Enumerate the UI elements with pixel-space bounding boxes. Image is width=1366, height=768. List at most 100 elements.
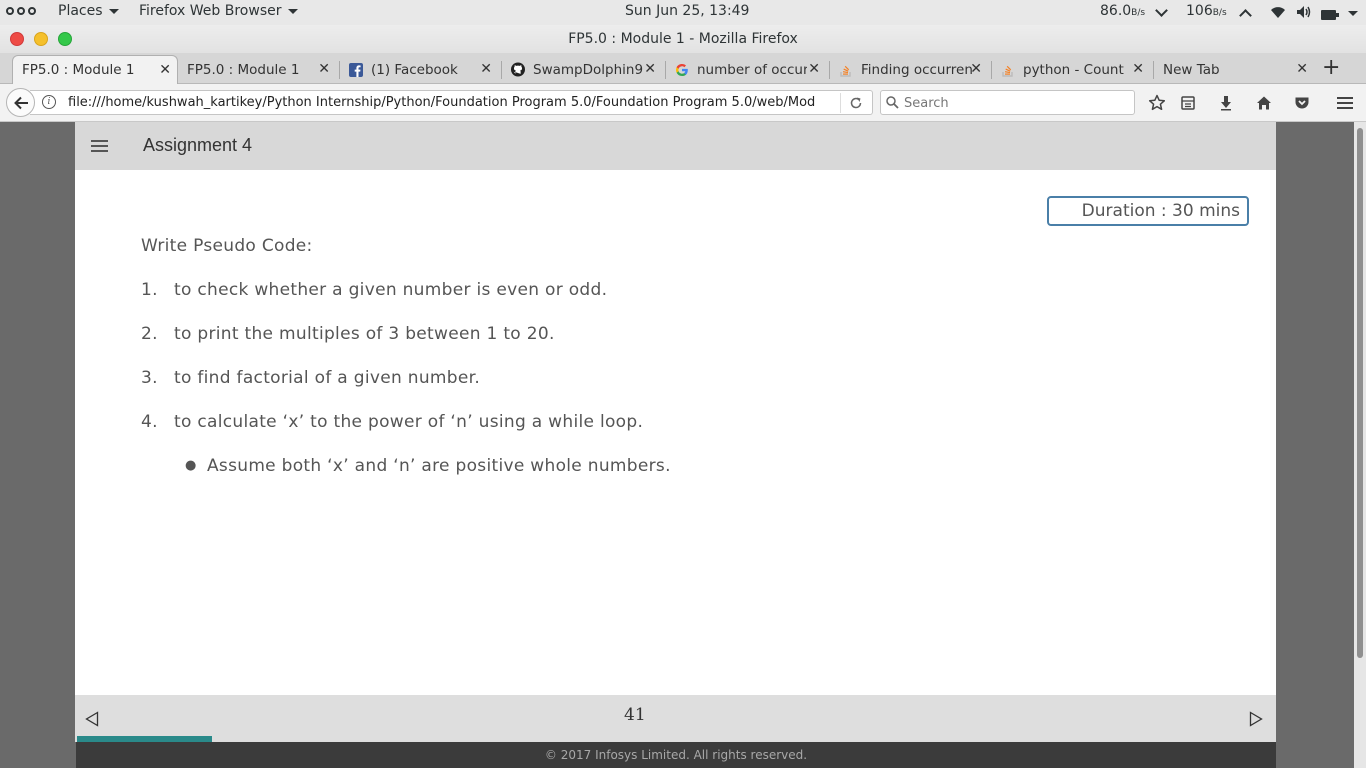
github-icon	[511, 62, 525, 77]
app-menu-caret-icon	[287, 8, 298, 14]
back-button[interactable]	[6, 88, 35, 117]
triangle-right-icon	[1249, 711, 1263, 727]
places-label: Places	[58, 3, 103, 19]
net-upload-speed: 106B/s	[1186, 3, 1227, 19]
copyright-footer: © 2017 Infosys Limited. All rights reser…	[76, 742, 1276, 768]
site-info-icon[interactable]: i	[42, 95, 56, 109]
net-down-unit: B/s	[1131, 8, 1146, 18]
slide-header: Assignment 4	[75, 122, 1276, 170]
tab-0[interactable]: FP5.0 : Module 1 ✕	[12, 55, 178, 84]
previous-slide-button[interactable]	[85, 711, 99, 727]
task-text: to find factorial of a given number.	[174, 368, 481, 388]
volume-icon[interactable]	[1296, 5, 1312, 23]
navigation-toolbar: i file:///home/kushwah_kartikey/Python I…	[0, 84, 1366, 122]
sub-bullet-text: Assume both ‘x’ and ‘n’ are positive who…	[207, 456, 671, 476]
sub-bullet: ● Assume both ‘x’ and ‘n’ are positive wh…	[185, 456, 671, 476]
system-menu-caret-icon[interactable]	[1348, 6, 1358, 22]
scrollbar-thumb[interactable]	[1357, 128, 1363, 658]
task-number: 3.	[141, 368, 158, 388]
instructions-heading: Write Pseudo Code:	[141, 236, 313, 256]
tab-close-icon[interactable]: ✕	[1296, 61, 1308, 77]
net-up-unit: B/s	[1212, 8, 1227, 18]
tab-strip: FP5.0 : Module 1 ✕ FP5.0 : Module 1 ✕ (1…	[0, 53, 1366, 84]
task-item: 2. to print the multiples of 3 between 1 …	[141, 324, 555, 344]
upload-arrow-icon	[1239, 9, 1252, 22]
back-arrow-icon	[13, 96, 28, 109]
tab-label: python - Count	[1023, 61, 1124, 78]
tab-7[interactable]: New Tab ✕	[1154, 55, 1314, 84]
stackoverflow-icon	[839, 63, 853, 77]
bullet-icon: ●	[185, 458, 197, 473]
triangle-left-icon	[85, 711, 99, 727]
tab-close-icon[interactable]: ✕	[480, 61, 492, 77]
tab-4[interactable]: number of occur ✕	[666, 55, 826, 84]
tab-label: New Tab	[1163, 61, 1220, 78]
net-download-speed: 86.0B/s	[1100, 3, 1145, 19]
tab-close-icon[interactable]: ✕	[970, 61, 982, 77]
places-menu[interactable]: Places	[58, 3, 119, 19]
task-number: 4.	[141, 412, 158, 432]
app-menu[interactable]: Firefox Web Browser	[139, 3, 298, 19]
bookmarks-menu-icon[interactable]	[1178, 93, 1198, 113]
tab-close-icon[interactable]: ✕	[318, 61, 330, 77]
facebook-icon	[349, 62, 363, 77]
tab-label: FP5.0 : Module 1	[22, 62, 135, 78]
download-arrow-icon	[1155, 4, 1168, 17]
tab-5[interactable]: Finding occurren ✕	[830, 55, 988, 84]
tab-close-icon[interactable]: ✕	[159, 62, 171, 78]
tab-label: (1) Facebook	[371, 61, 458, 78]
slide-title: Assignment 4	[143, 135, 253, 155]
tab-close-icon[interactable]: ✕	[808, 61, 820, 77]
home-icon[interactable]	[1254, 93, 1274, 113]
battery-icon[interactable]	[1321, 8, 1339, 24]
tab-label: FP5.0 : Module 1	[187, 61, 300, 78]
app-menu-label: Firefox Web Browser	[139, 3, 282, 19]
places-caret-icon	[108, 8, 119, 14]
window-title-bar: FP5.0 : Module 1 - Mozilla Firefox	[0, 25, 1366, 53]
next-slide-button[interactable]	[1249, 711, 1263, 727]
url-bar[interactable]: i file:///home/kushwah_kartikey/Python I…	[30, 90, 873, 115]
window-title: FP5.0 : Module 1 - Mozilla Firefox	[568, 31, 798, 47]
net-down-value: 86.0	[1100, 3, 1132, 19]
tab-6[interactable]: python - Count ✕	[992, 55, 1150, 84]
activities-icon[interactable]	[6, 7, 36, 15]
tab-3[interactable]: SwampDolphin9 ✕	[502, 55, 662, 84]
task-number: 2.	[141, 324, 158, 344]
tab-close-icon[interactable]: ✕	[1132, 61, 1144, 77]
slide-menu-icon[interactable]	[91, 140, 108, 152]
search-box[interactable]	[880, 90, 1135, 115]
task-item: 4. to calculate ‘x’ to the power of ‘n’ u…	[141, 412, 643, 432]
tab-label: Finding occurren	[861, 61, 973, 78]
wifi-icon[interactable]	[1270, 5, 1286, 23]
tab-1[interactable]: FP5.0 : Module 1 ✕	[178, 55, 336, 84]
downloads-icon[interactable]	[1216, 93, 1236, 113]
task-item: 3. to find factorial of a given number.	[141, 368, 480, 388]
search-icon	[886, 96, 899, 109]
task-number: 1.	[141, 280, 158, 300]
clock[interactable]: Sun Jun 25, 13:49	[625, 3, 749, 19]
tab-label: SwampDolphin9	[533, 61, 644, 78]
hamburger-menu-icon[interactable]	[1335, 93, 1355, 113]
search-input[interactable]	[904, 93, 1129, 113]
bookmark-star-icon[interactable]	[1147, 93, 1167, 113]
tab-2[interactable]: (1) Facebook ✕	[340, 55, 498, 84]
tab-label: number of occur	[697, 61, 807, 78]
slide-footer: 41	[75, 695, 1276, 742]
slide-number: 41	[624, 705, 646, 725]
google-icon	[675, 63, 689, 77]
page-scrollbar[interactable]	[1354, 122, 1366, 768]
slide-card: Assignment 4 Duration : 30 mins Write Ps…	[75, 122, 1276, 742]
new-tab-button[interactable]: +	[1322, 55, 1340, 81]
net-up-value: 106	[1186, 3, 1213, 19]
pocket-icon[interactable]	[1292, 93, 1312, 113]
reload-button[interactable]	[840, 93, 870, 113]
task-text: to check whether a given number is even …	[174, 280, 608, 300]
tab-close-icon[interactable]: ✕	[644, 61, 656, 77]
task-item: 1. to check whether a given number is eve…	[141, 280, 607, 300]
task-text: to calculate ‘x’ to the power of ‘n’ usi…	[174, 412, 644, 432]
task-text: to print the multiples of 3 between 1 to…	[174, 324, 555, 344]
system-top-bar: Places Firefox Web Browser Sun Jun 25, 1…	[0, 0, 1366, 25]
duration-badge: Duration : 30 mins	[1047, 196, 1249, 226]
url-text[interactable]: file:///home/kushwah_kartikey/Python Int…	[68, 95, 828, 110]
stackoverflow-icon	[1001, 63, 1015, 77]
